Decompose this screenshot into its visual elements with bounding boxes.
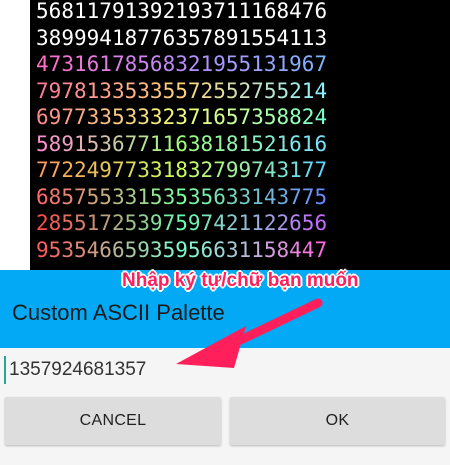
- cancel-button[interactable]: CANCEL: [5, 397, 221, 445]
- dialog-title: Custom ASCII Palette: [12, 300, 225, 325]
- annotation-label: Nhập ký tự/chữ bạn muốn: [122, 270, 359, 291]
- ascii-row: 95354665935956631158447: [36, 237, 328, 262]
- ascii-row: 77224977331832799743177: [36, 158, 328, 182]
- screen: 56811791392193711168476 38999418776357891…: [0, 0, 450, 465]
- ascii-row: 56811791392193711168476: [36, 0, 328, 23]
- ascii-row: 68575533153535633143775: [36, 184, 328, 209]
- ascii-row: 58915367711638181521616: [36, 131, 328, 156]
- ok-button[interactable]: OK: [230, 397, 445, 445]
- ascii-row: 38999418776357891554113: [36, 25, 328, 50]
- palette-input[interactable]: [4, 356, 309, 384]
- ascii-row: 79781335335572552755214: [36, 78, 328, 103]
- ascii-row: 69773353332371657358824: [36, 105, 328, 129]
- ascii-row: 47316178568321955131967: [36, 52, 328, 76]
- ascii-row: 28551725397597421122656: [36, 211, 328, 235]
- preview-gutter: [0, 0, 30, 270]
- ascii-preview: 56811791392193711168476 38999418776357891…: [30, 0, 450, 270]
